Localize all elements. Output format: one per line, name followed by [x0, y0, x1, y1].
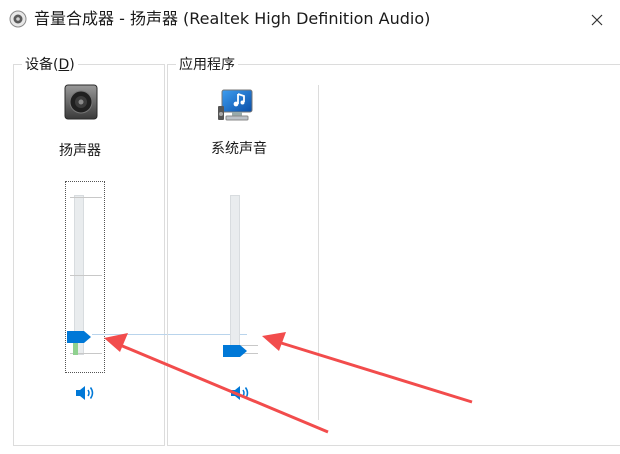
- system-sounds-icon: [218, 88, 258, 128]
- app-name: 系统声音: [211, 141, 267, 157]
- peak-meter: [73, 343, 78, 355]
- app-volume-slider[interactable]: [222, 195, 258, 360]
- close-button[interactable]: [574, 0, 620, 40]
- close-icon: [591, 11, 603, 30]
- speaker-icon: [9, 10, 27, 28]
- slider-tick: [70, 275, 102, 276]
- devices-group-label[interactable]: 设备(D): [22, 57, 78, 73]
- device-volume-thumb[interactable]: [67, 328, 91, 343]
- device-name: 扬声器: [59, 143, 101, 159]
- app-volume-thumb[interactable]: [223, 342, 247, 357]
- column-divider: [318, 85, 319, 420]
- slider-track: [230, 195, 240, 355]
- slider-tick: [70, 197, 102, 198]
- speaker-device-icon: [64, 84, 98, 124]
- window-title: 音量合成器 - 扬声器 (Realtek High Definition Aud…: [34, 9, 431, 28]
- title-bar: 音量合成器 - 扬声器 (Realtek High Definition Aud…: [0, 0, 620, 40]
- device-mute-button[interactable]: [74, 383, 96, 403]
- applications-group-label: 应用程序: [176, 57, 238, 73]
- app-mute-button[interactable]: [229, 383, 251, 403]
